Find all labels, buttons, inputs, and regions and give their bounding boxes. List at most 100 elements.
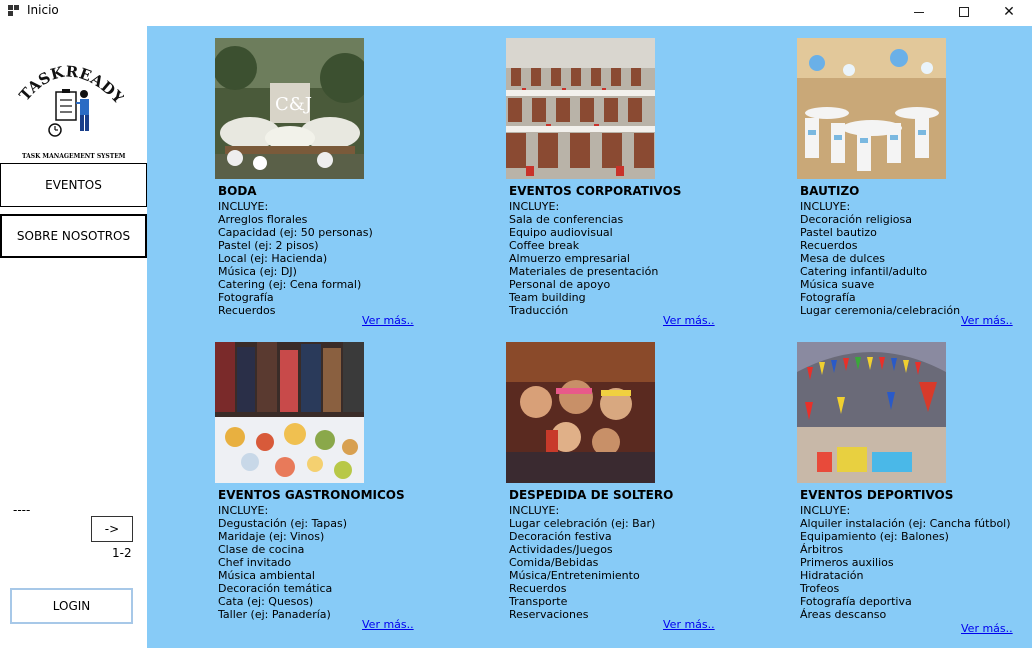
event-card-corporativos: EVENTOS CORPORATIVOS INCLUYE: Sala de co… <box>506 38 796 328</box>
list-item: Coffee break <box>509 239 580 252</box>
card-title: EVENTOS GASTRONOMICOS <box>218 488 405 502</box>
list-item: Recuerdos <box>800 239 858 252</box>
bautizo-image <box>797 38 946 179</box>
list-item: Mesa de dulces <box>800 252 886 265</box>
card-includes-list: INCLUYE: Sala de conferencias Equipo aud… <box>509 200 658 317</box>
minimize-button[interactable] <box>896 0 942 24</box>
includes-label: INCLUYE: <box>218 200 269 213</box>
list-item: Primeros auxilios <box>800 556 894 569</box>
list-item: Degustación (ej: Tapas) <box>218 517 347 530</box>
card-includes-list: INCLUYE: Arreglos florales Capacidad (ej… <box>218 200 373 317</box>
card-title: BODA <box>218 184 257 198</box>
boda-image: C&J <box>215 38 364 179</box>
list-item: Catering (ej: Cena formal) <box>218 278 362 291</box>
list-item: Recuerdos <box>509 582 567 595</box>
card-title: DESPEDIDA DE SOLTERO <box>509 488 674 502</box>
event-card-deportivos: EVENTOS DEPORTIVOS INCLUYE: Alquiler ins… <box>797 342 1032 635</box>
list-item: Reservaciones <box>509 608 589 621</box>
separator-text: ---- <box>13 503 31 517</box>
list-item: Comida/Bebidas <box>509 556 599 569</box>
list-item: Hidratación <box>800 569 864 582</box>
list-item: Decoración temática <box>218 582 333 595</box>
list-item: Música suave <box>800 278 875 291</box>
list-item: Recuerdos <box>218 304 276 317</box>
ver-mas-link[interactable]: Ver más.. <box>362 314 414 327</box>
list-item: Arreglos florales <box>218 213 308 226</box>
list-item: Árbitros <box>800 543 844 556</box>
list-item: Lugar ceremonia/celebración <box>800 304 961 317</box>
card-includes-list: INCLUYE: Decoración religiosa Pastel bau… <box>800 200 960 317</box>
login-button[interactable]: LOGIN <box>10 588 133 624</box>
logo-subtitle: TASK MANAGEMENT SYSTEM <box>22 153 126 160</box>
card-includes-list: INCLUYE: Degustación (ej: Tapas) Maridaj… <box>218 504 347 621</box>
deportivos-image <box>797 342 946 483</box>
list-item: Equipamiento (ej: Balones) <box>800 530 949 543</box>
list-item: Fotografía <box>218 291 274 304</box>
corporativos-image <box>506 38 655 179</box>
event-card-bautizo: BAUTIZO INCLUYE: Decoración religiosa Pa… <box>797 38 1032 328</box>
list-item: Decoración festiva <box>509 530 612 543</box>
includes-label: INCLUYE: <box>509 200 560 213</box>
page-indicator: 1-2 <box>112 546 132 560</box>
card-title: EVENTOS CORPORATIVOS <box>509 184 682 198</box>
list-item: Clase de cocina <box>218 543 305 556</box>
list-item: Cata (ej: Quesos) <box>218 595 314 608</box>
card-includes-list: INCLUYE: Alquiler instalación (ej: Canch… <box>800 504 1011 621</box>
ver-mas-link[interactable]: Ver más.. <box>663 314 715 327</box>
event-card-despedida: DESPEDIDA DE SOLTERO INCLUYE: Lugar cele… <box>506 342 796 632</box>
list-item: Transporte <box>509 595 568 608</box>
title-bar: Inicio ✕ <box>0 0 1032 24</box>
card-title: BAUTIZO <box>800 184 860 198</box>
includes-label: INCLUYE: <box>218 504 269 517</box>
logo: TASKREADY TASK MANAGEMENT SYSTEM <box>18 50 126 168</box>
gastronomicos-image <box>215 342 364 483</box>
list-item: Catering infantil/adulto <box>800 265 928 278</box>
list-item: Almuerzo empresarial <box>509 252 630 265</box>
list-item: Materiales de presentación <box>509 265 659 278</box>
list-item: Taller (ej: Panadería) <box>218 608 331 621</box>
nav-eventos-button[interactable]: EVENTOS <box>0 163 147 207</box>
list-item: Sala de conferencias <box>509 213 624 226</box>
list-item: Chef invitado <box>218 556 292 569</box>
list-item: Actividades/Juegos <box>509 543 613 556</box>
card-title: EVENTOS DEPORTIVOS <box>800 488 954 502</box>
boda-image-monogram: C&J <box>275 94 312 115</box>
list-item: Team building <box>509 291 586 304</box>
ver-mas-link[interactable]: Ver más.. <box>961 314 1013 327</box>
events-panel: C&J BODA INCLUYE: Arreglos florales Capa… <box>147 26 1032 648</box>
event-card-gastronomicos: EVENTOS GASTRONOMICOS INCLUYE: Degustaci… <box>215 342 505 632</box>
ver-mas-link[interactable]: Ver más.. <box>961 622 1013 635</box>
window-title: Inicio <box>27 3 59 17</box>
ver-mas-link[interactable]: Ver más.. <box>362 618 414 631</box>
list-item: Capacidad (ej: 50 personas) <box>218 226 373 239</box>
list-item: Pastel bautizo <box>800 226 877 239</box>
event-card-boda: C&J BODA INCLUYE: Arreglos florales Capa… <box>215 38 505 328</box>
list-item: Equipo audiovisual <box>509 226 613 239</box>
list-item: Fotografía deportiva <box>800 595 912 608</box>
list-item: Personal de apoyo <box>509 278 611 291</box>
maximize-icon <box>959 7 969 17</box>
includes-label: INCLUYE: <box>800 200 851 213</box>
close-icon: ✕ <box>1003 4 1015 20</box>
list-item: Lugar celebración (ej: Bar) <box>509 517 656 530</box>
includes-label: INCLUYE: <box>800 504 851 517</box>
list-item: Fotografía <box>800 291 856 304</box>
list-item: Música ambiental <box>218 569 315 582</box>
maximize-button[interactable] <box>941 0 987 24</box>
despedida-image <box>506 342 655 483</box>
includes-label: INCLUYE: <box>509 504 560 517</box>
list-item: Decoración religiosa <box>800 213 912 226</box>
list-item: Alquiler instalación (ej: Cancha fútbol) <box>800 517 1011 530</box>
list-item: Trofeos <box>800 582 840 595</box>
list-item: Maridaje (ej: Vinos) <box>218 530 325 543</box>
list-item: Música/Entretenimiento <box>509 569 640 582</box>
sidebar: TASKREADY TASK MANAGEMENT SYSTEM EVENTOS… <box>0 26 147 648</box>
close-button[interactable]: ✕ <box>986 0 1032 24</box>
next-page-button[interactable]: -> <box>91 516 133 542</box>
list-item: Traducción <box>509 304 569 317</box>
minimize-icon <box>914 11 924 13</box>
ver-mas-link[interactable]: Ver más.. <box>663 618 715 631</box>
list-item: Áreas descanso <box>800 608 887 621</box>
app-icon <box>8 5 20 17</box>
nav-sobre-nosotros-button[interactable]: SOBRE NOSOTROS <box>0 214 147 258</box>
